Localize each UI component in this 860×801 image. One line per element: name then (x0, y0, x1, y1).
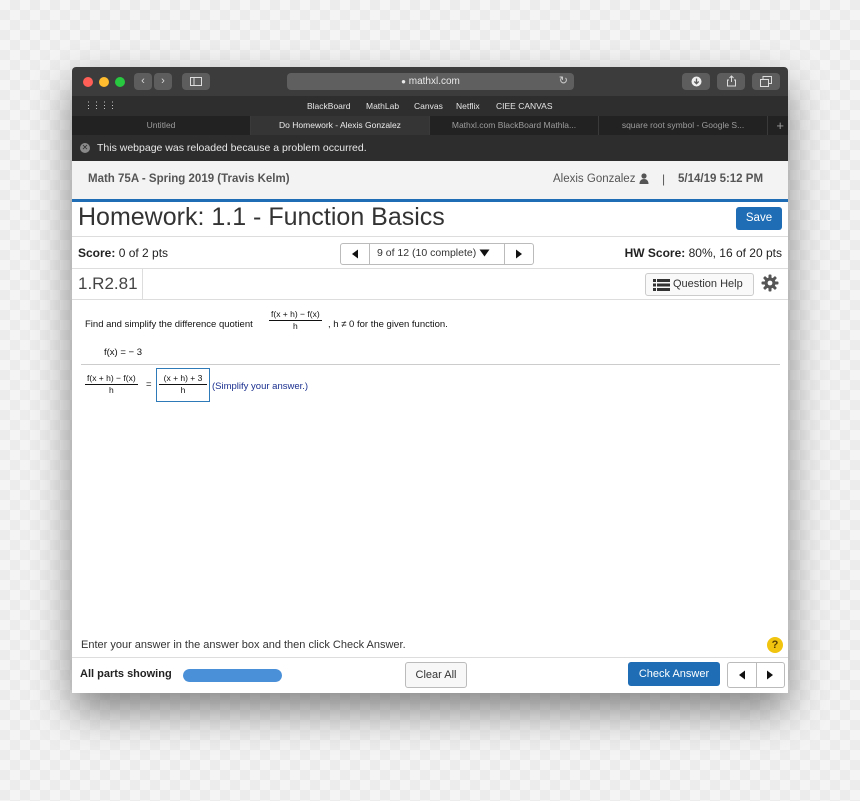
list-icon (653, 279, 670, 291)
score-row: Score: 0 of 2 pts 9 of 12 (10 complete) … (72, 237, 788, 269)
close-notice-icon[interactable]: ✕ (80, 143, 90, 153)
question-help-label: Question Help (673, 278, 743, 290)
question-navigator: 9 of 12 (10 complete) (340, 243, 534, 265)
sidebar-icon (190, 77, 202, 86)
question-score: Score: 0 of 2 pts (78, 246, 168, 260)
score-value: 0 of 2 pts (115, 246, 169, 260)
tab-bar: Untitled Do Homework - Alexis Gonzalez M… (72, 116, 788, 135)
score-label: Score: (78, 246, 116, 260)
equals-sign: = (146, 379, 152, 390)
question-prompt: Find and simplify the difference quotien… (85, 319, 253, 330)
given-function: f(x) = − 3 (104, 347, 143, 358)
reload-notice: ✕ This webpage was reloaded because a pr… (72, 135, 788, 161)
help-icon[interactable]: ? (767, 637, 783, 653)
zoom-window-button[interactable] (115, 77, 125, 87)
question-id-row: 1.R2.81 Question Help (72, 268, 788, 300)
simplify-hint: (Simplify your answer.) (212, 381, 309, 392)
dq-numerator: f(x + h) − f(x) (269, 309, 322, 321)
browser-titlebar: ‹ › ● mathxl.com ↻ (72, 67, 788, 96)
next-question-button[interactable] (504, 244, 533, 264)
homework-title-row: Homework: 1.1 - Function Basics Save (72, 202, 788, 237)
question-select-label: 9 of 12 (10 complete) (377, 247, 477, 259)
bookmark-mathlab[interactable]: MathLab (366, 101, 399, 111)
dq-denominator: h (292, 321, 298, 331)
answer-fraction[interactable]: (x + h) + 3 h (159, 373, 207, 396)
content-divider (81, 364, 780, 365)
check-answer-button[interactable]: Check Answer (628, 662, 720, 686)
person-icon (639, 173, 649, 184)
page-title: Homework: 1.1 - Function Basics (78, 203, 445, 231)
minimize-window-button[interactable] (99, 77, 109, 87)
question-content: Find and simplify the difference quotien… (72, 299, 788, 639)
all-parts-label: All parts showing (80, 668, 172, 680)
tabs-overview-button[interactable] (752, 73, 780, 90)
tab-square-root-search[interactable]: square root symbol - Google S... (599, 116, 768, 135)
chevron-right-icon: › (161, 75, 165, 87)
notice-text: This webpage was reloaded because a prob… (97, 142, 367, 154)
hw-score-label: HW Score: (624, 246, 686, 260)
answer-denominator[interactable]: h (159, 385, 207, 396)
instruction-text: Enter your answer in the answer box and … (81, 639, 406, 651)
address-bar[interactable]: ● mathxl.com ↻ (287, 73, 574, 90)
forward-button[interactable]: › (154, 73, 172, 90)
answer-lhs: f(x + h) − f(x) h (85, 373, 138, 396)
lock-icon: ● (401, 77, 406, 86)
bottom-next-button[interactable] (756, 663, 784, 687)
answer-box[interactable]: (x + h) + 3 h (156, 368, 210, 402)
triangle-right-icon (516, 249, 522, 259)
bookmark-canvas[interactable]: Canvas (414, 101, 443, 111)
chevron-left-icon: ‹ (141, 75, 145, 87)
downloads-button[interactable] (682, 73, 710, 90)
tab-untitled[interactable]: Untitled (72, 116, 251, 135)
parts-progress-fill (183, 669, 282, 682)
tabs-icon (760, 76, 772, 87)
bookmark-netflix[interactable]: Netflix (456, 101, 480, 111)
bottom-question-nav (727, 662, 785, 688)
question-select[interactable]: 9 of 12 (10 complete) (377, 247, 490, 259)
close-window-button[interactable] (83, 77, 93, 87)
difference-quotient: f(x + h) − f(x) h (269, 309, 322, 332)
header-separator: | (662, 172, 666, 186)
apps-grid-icon[interactable]: ⋮⋮⋮⋮ (84, 100, 117, 111)
bookmark-blackboard[interactable]: BlackBoard (307, 101, 350, 111)
user-name: Alexis Gonzalez (553, 173, 636, 185)
clear-all-button[interactable]: Clear All (405, 662, 467, 688)
bookmarks-bar: ⋮⋮⋮⋮ BlackBoard MathLab Canvas Netflix C… (72, 96, 788, 116)
homework-score: HW Score: 80%, 16 of 20 pts (625, 246, 782, 260)
save-button[interactable]: Save (736, 207, 782, 230)
download-icon (691, 76, 701, 87)
share-button[interactable] (717, 73, 745, 90)
bottom-toolbar: All parts showing Clear All Check Answer (72, 657, 788, 693)
triangle-left-icon (739, 670, 745, 680)
question-id-divider (142, 268, 143, 299)
tab-mathxl-blackboard[interactable]: Mathxl.com BlackBoard Mathla... (430, 116, 599, 135)
triangle-right-icon (767, 670, 773, 680)
reload-icon[interactable]: ↻ (559, 73, 568, 90)
tab-do-homework[interactable]: Do Homework - Alexis Gonzalez (251, 116, 430, 135)
course-name[interactable]: Math 75A - Spring 2019 (Travis Kelm) (88, 173, 290, 185)
question-condition: , h ≠ 0 for the given function. (328, 319, 448, 330)
question-help-button[interactable]: Question Help (645, 273, 754, 296)
lhs-denominator: h (108, 385, 114, 395)
hw-score-value: 80%, 16 of 20 pts (685, 246, 782, 260)
course-header: Math 75A - Spring 2019 (Travis Kelm) Ale… (72, 161, 788, 202)
parts-progress-bar (183, 669, 282, 682)
lhs-numerator: f(x + h) − f(x) (85, 373, 138, 385)
bookmark-ciee-canvas[interactable]: CIEE CANVAS (496, 101, 553, 111)
bottom-previous-button[interactable] (728, 663, 757, 687)
triangle-down-icon (479, 249, 490, 257)
sidebar-button[interactable] (182, 73, 210, 90)
previous-question-button[interactable] (341, 244, 370, 264)
answer-numerator[interactable]: (x + h) + 3 (159, 373, 207, 385)
url-text: mathxl.com (408, 76, 460, 87)
current-datetime: 5/14/19 5:12 PM (678, 173, 764, 185)
browser-window: ‹ › ● mathxl.com ↻ ⋮⋮⋮⋮ BlackBoard MathL… (72, 67, 788, 693)
triangle-left-icon (352, 249, 358, 259)
new-tab-button[interactable]: + (776, 116, 784, 135)
back-button[interactable]: ‹ (134, 73, 152, 90)
question-id: 1.R2.81 (78, 274, 138, 293)
gear-icon[interactable] (761, 274, 779, 292)
share-icon (726, 75, 736, 87)
